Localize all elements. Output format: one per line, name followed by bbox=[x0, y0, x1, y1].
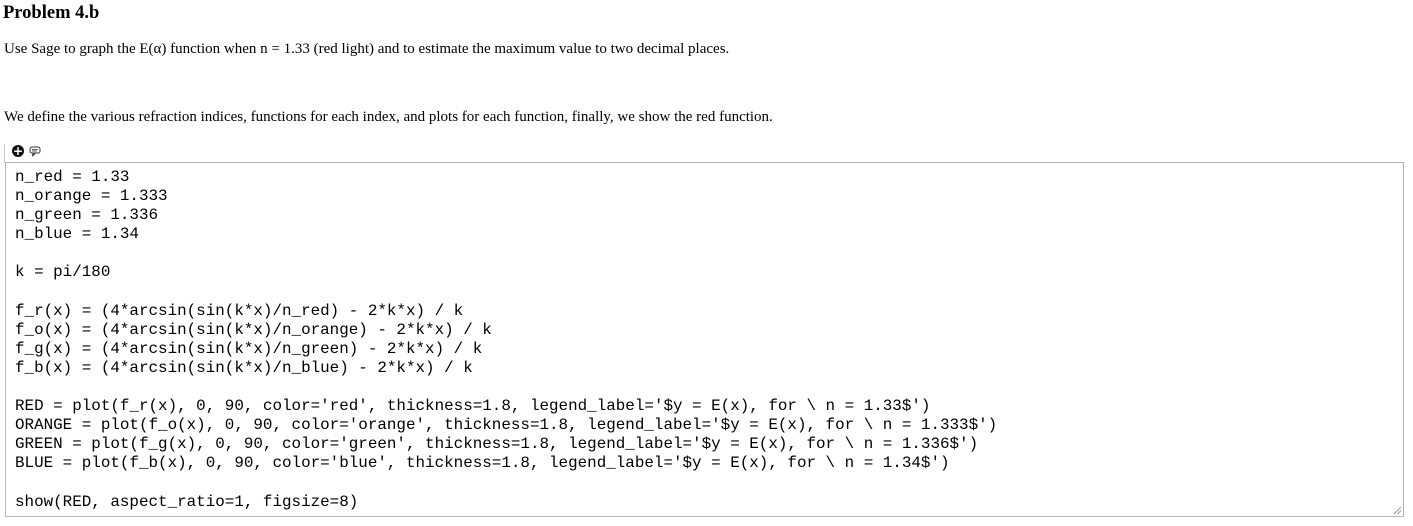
code-line: GREEN = plot(f_g(x), 0, 90, color='green… bbox=[15, 435, 979, 454]
explanation-text: We define the various refraction indices… bbox=[4, 109, 773, 125]
cell-left-rule bbox=[4, 144, 5, 163]
code-cell-input[interactable]: n_red = 1.33 n_orange = 1.333 n_green = 1.… bbox=[5, 162, 1404, 517]
plus-circle-icon[interactable]: + bbox=[12, 145, 24, 157]
code-line: k = pi/180 bbox=[15, 263, 111, 282]
code-line: n_green = 1.336 bbox=[15, 206, 159, 225]
speech-bubble-icon[interactable] bbox=[29, 145, 41, 157]
code-line: f_g(x) = (4*arcsin(sin(k*x)/n_green) - 2… bbox=[15, 339, 483, 358]
code-line: BLUE = plot(f_b(x), 0, 90, color='blue',… bbox=[15, 454, 950, 473]
problem-heading: Problem 4.b bbox=[3, 3, 100, 23]
code-line: n_red = 1.33 bbox=[15, 168, 130, 186]
code-line: ORANGE = plot(f_o(x), 0, 90, color='oran… bbox=[15, 416, 998, 435]
code-line: n_blue = 1.34 bbox=[15, 225, 139, 244]
code-line: f_r(x) = (4*arcsin(sin(k*x)/n_red) - 2*k… bbox=[15, 301, 464, 320]
code-line: RED = plot(f_r(x), 0, 90, color='red', t… bbox=[15, 397, 931, 416]
code-line: n_orange = 1.333 bbox=[15, 187, 168, 206]
resize-grip-icon[interactable] bbox=[1393, 506, 1402, 515]
code-line: show(RED, aspect_ratio=1, figsize=8) bbox=[15, 492, 359, 511]
cell-controls: + bbox=[12, 143, 41, 159]
code-line: f_o(x) = (4*arcsin(sin(k*x)/n_orange) - … bbox=[15, 320, 492, 339]
code-editor[interactable]: n_red = 1.33 n_orange = 1.333 n_green = 1.… bbox=[15, 168, 997, 512]
code-line: f_b(x) = (4*arcsin(sin(k*x)/n_blue) - 2*… bbox=[15, 358, 473, 377]
problem-description: Use Sage to graph the E(α) function when… bbox=[4, 41, 730, 57]
